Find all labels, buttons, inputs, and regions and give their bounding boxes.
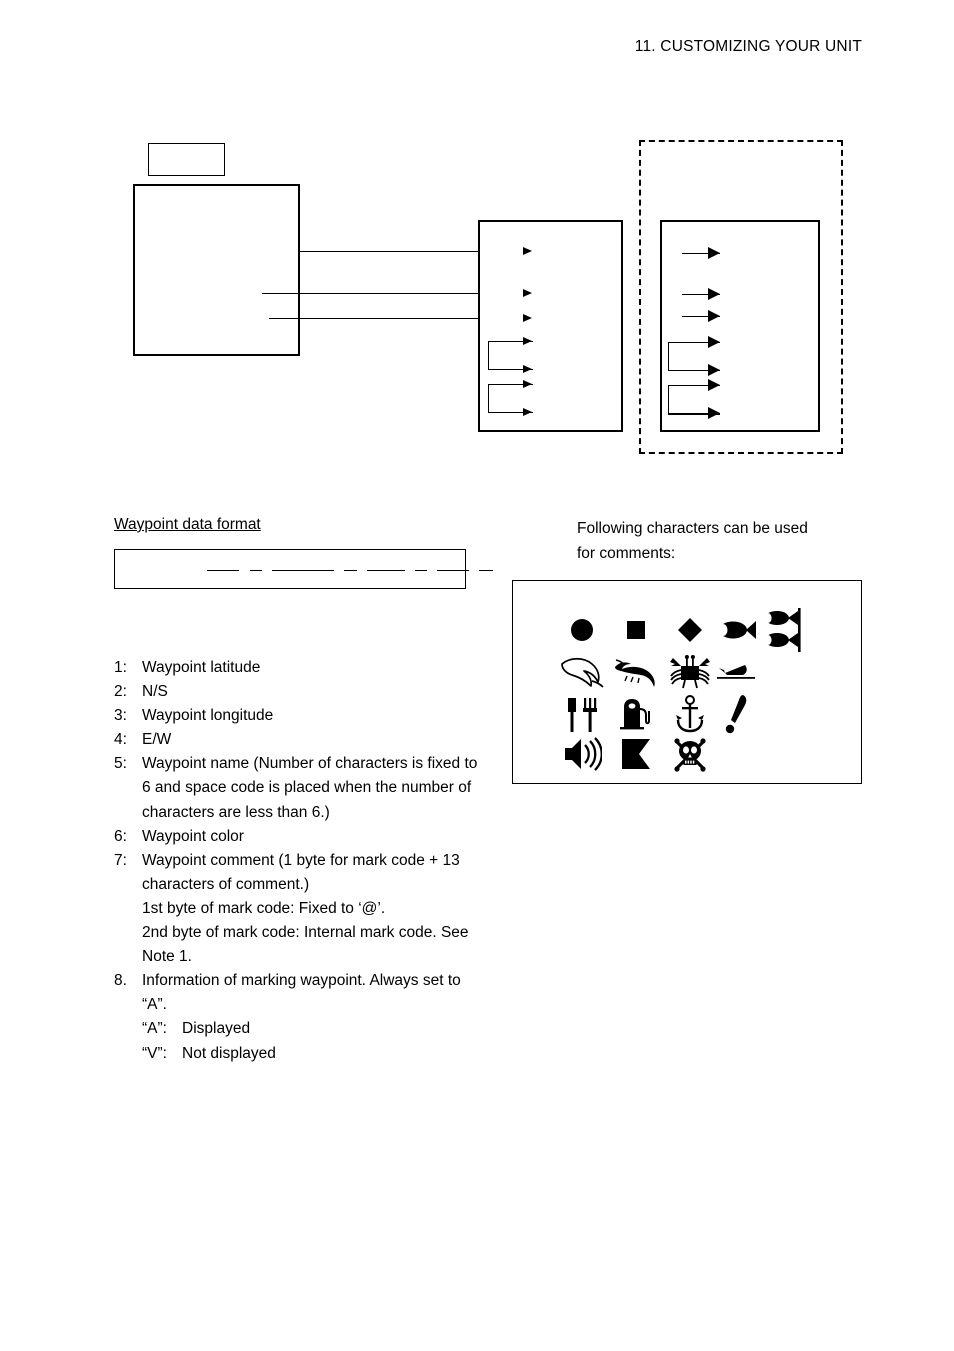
square-icon: [613, 609, 659, 651]
diagram-arrowhead-r6: [708, 379, 720, 391]
diagram-arrowhead-r1: [708, 247, 720, 259]
list-item-number: 2:: [114, 683, 127, 701]
speaker-icon: [559, 733, 605, 775]
waypoint-field-legend-list: 1: Waypoint latitude 2: N/S 3: Waypoint longi…: [114, 656, 489, 1066]
list-item-sub-key: “A”:: [142, 1020, 167, 1038]
list-item-sub: 1st byte of mark code: Fixed to ‘@’.: [142, 899, 386, 917]
comment-symbols-grid: [513, 581, 863, 785]
diagram-arrowhead-m3: [523, 314, 532, 322]
skull-crossbones-icon: [667, 733, 713, 775]
dolphin-icon: [559, 651, 605, 693]
crab-icon: [667, 651, 713, 693]
diagram-arrowhead-m4: [523, 337, 532, 345]
comment-characters-note: Following characters can be used for com…: [577, 516, 867, 566]
list-item: 8. Information of marking waypoint. Alway…: [114, 969, 489, 1017]
diagram-arrowhead-m5: [523, 365, 532, 373]
list-item-number: 4:: [114, 731, 127, 749]
list-item-text: Waypoint latitude: [142, 659, 261, 676]
list-item-number: 5:: [114, 755, 127, 773]
format-segment-2: [250, 570, 262, 571]
diagram-middle-box: [478, 220, 623, 432]
list-item-text: E/W: [142, 731, 172, 749]
diagram-small-top-box: [148, 143, 225, 176]
list-item-text: Waypoint comment (1 byte for mark code +…: [142, 851, 460, 893]
comment-note-line-1: Following characters can be used: [577, 520, 808, 537]
list-item: 1: Waypoint latitude: [114, 656, 489, 680]
diagram-right-bracket-1-stem: [668, 342, 669, 370]
circle-icon: [559, 609, 605, 651]
diagram-arrowhead-r2: [708, 288, 720, 300]
waypoint-data-transfer-diagram: [0, 0, 954, 500]
diagram-arrowhead-m6: [523, 380, 532, 388]
list-item-text: N/S: [142, 683, 168, 701]
list-item: 5: Waypoint name (Number of characters is…: [114, 752, 489, 824]
shrimp-icon: [613, 651, 659, 693]
list-item: 3: Waypoint longitude: [114, 704, 489, 728]
list-item-sub-row: “A”: Displayed: [142, 1017, 489, 1041]
format-segment-4: [344, 570, 357, 571]
diamond-icon: [667, 609, 713, 651]
format-segment-3: [272, 570, 334, 571]
list-item-number: 3:: [114, 707, 127, 725]
list-item: 7: Waypoint comment (1 byte for mark code…: [114, 849, 489, 897]
list-item-sub: 2nd byte of mark code: Internal mark cod…: [142, 924, 469, 966]
diagram-arrowhead-r5: [708, 364, 720, 376]
exclamation-mark-icon: [713, 693, 759, 735]
list-item-sub: “A”: Displayed: [142, 1017, 489, 1041]
comment-note-line-2: for comments:: [577, 545, 676, 562]
diagram-arrowhead-m2: [523, 289, 532, 297]
list-item-number: 7:: [114, 851, 127, 869]
list-item: 4: E/W: [114, 728, 489, 752]
waypoint-data-format-heading: Waypoint data format: [114, 516, 261, 533]
list-item-text: Information of marking waypoint. Always …: [142, 972, 461, 1014]
list-item-sub: “V”: Not displayed: [142, 1042, 489, 1066]
restaurant-icon: [559, 693, 605, 735]
diagram-right-inner-box: [660, 220, 820, 432]
diagram-arrowhead-m7: [523, 408, 532, 416]
list-item: 6: Waypoint color: [114, 825, 489, 849]
diagram-left-main-box: [133, 184, 300, 356]
list-item-sub-key: “V”:: [142, 1044, 167, 1062]
comment-symbols-box: [512, 580, 862, 784]
format-segment-7: [437, 570, 469, 571]
waypoint-format-field-segments: [115, 550, 493, 590]
diagram-arrowhead-r4: [708, 336, 720, 348]
format-segment-1: [207, 570, 239, 571]
diagram-bracket-1-stem: [488, 341, 489, 369]
diagram-arrowhead-r7: [708, 407, 720, 419]
list-item-text: Waypoint longitude: [142, 707, 274, 725]
list-item-sub-row: “V”: Not displayed: [142, 1042, 489, 1066]
format-segment-8: [479, 570, 493, 571]
anchor-icon: [667, 693, 713, 735]
list-item-number: 8.: [114, 972, 127, 990]
flag-icon: [613, 733, 659, 775]
list-item-number: 1:: [114, 659, 127, 676]
format-segment-6: [415, 570, 427, 571]
fuel-pump-icon: [613, 693, 659, 735]
list-item: 2: N/S: [114, 680, 489, 704]
single-fish-icon: [713, 609, 759, 651]
diagram-arrowhead-r3: [708, 310, 720, 322]
waypoint-data-format-box: [114, 549, 493, 590]
document-page: 11. CUSTOMIZING YOUR UNIT Waypoint data …: [0, 0, 954, 1351]
double-fish-icon: [759, 608, 805, 652]
list-item-number: 6:: [114, 827, 127, 845]
format-segment-5: [367, 570, 405, 571]
list-item-sub-value: Not displayed: [182, 1044, 276, 1062]
diagram-right-bracket-2-stem: [668, 385, 669, 413]
list-item-text: Waypoint color: [142, 827, 244, 845]
boat-icon: [713, 651, 759, 693]
diagram-bracket-2-stem: [488, 384, 489, 412]
diagram-arrowhead-m1: [523, 247, 532, 255]
list-item-sub-value: Displayed: [182, 1020, 251, 1038]
list-item-text: Waypoint name (Number of characters is f…: [142, 755, 478, 821]
